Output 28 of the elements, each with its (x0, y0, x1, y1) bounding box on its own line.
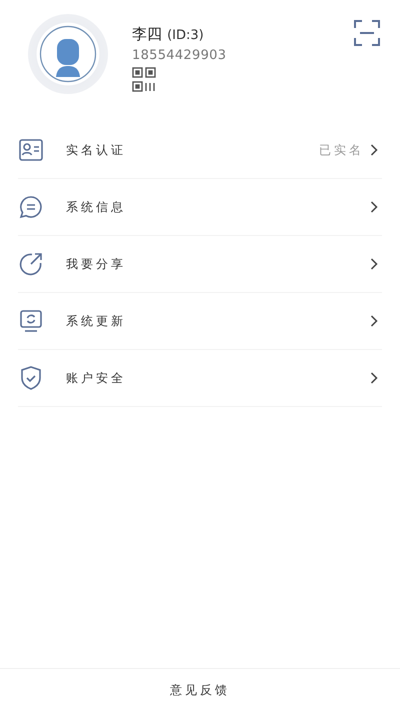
menu-item[interactable]: 账户安全 (18, 350, 382, 407)
menu-label: 系统更新 (66, 312, 127, 330)
user-name: 李四 (132, 25, 162, 43)
menu-label: 实名认证 (66, 142, 127, 158)
chat-bubble-icon (19, 195, 43, 219)
id-card-icon (19, 139, 43, 161)
chevron-right-icon (370, 258, 378, 270)
chevron-right-icon (370, 144, 378, 156)
menu-item[interactable]: 系统信息 (18, 179, 382, 236)
menu-label: 账户安全 (66, 370, 127, 386)
qr-code-icon[interactable] (132, 67, 156, 93)
avatar-icon[interactable] (39, 25, 97, 83)
menu-label: 我要分享 (66, 256, 127, 272)
menu-item[interactable]: 实名认证 已实名 (18, 122, 382, 179)
chevron-right-icon (370, 372, 378, 384)
shield-check-icon (20, 366, 42, 390)
menu-item[interactable]: 我要分享 (18, 236, 382, 293)
monitor-refresh-icon (19, 309, 43, 333)
menu-item[interactable]: 系统更新 (18, 293, 382, 350)
phone-number: 18554429903 (132, 48, 228, 63)
verification-status: 已实名 (319, 142, 364, 158)
scan-icon[interactable] (354, 20, 380, 46)
feedback-link[interactable]: 意见反馈 (170, 682, 230, 698)
menu-label: 系统信息 (66, 198, 127, 216)
chevron-right-icon (370, 201, 378, 213)
chevron-right-icon (370, 315, 378, 327)
user-id: (ID:3) (167, 28, 204, 43)
share-icon (19, 252, 43, 276)
